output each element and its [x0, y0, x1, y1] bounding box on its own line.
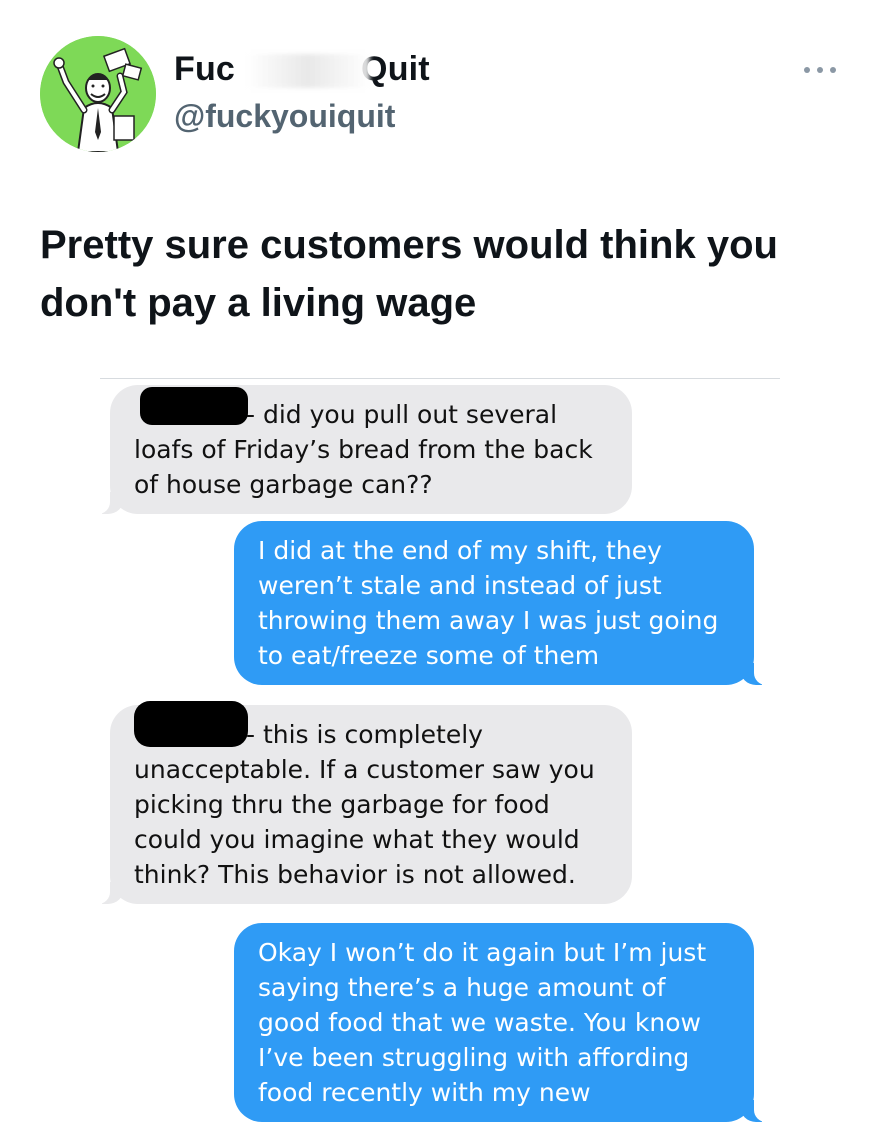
- message-text: Okay I won’t do it again but I’m just sa…: [258, 938, 707, 1107]
- message-screenshot: - did you pull out several loafs of Frid…: [98, 378, 780, 1122]
- dot: [804, 67, 810, 73]
- cartoon-man-avatar-icon: [40, 36, 156, 152]
- profile-avatar[interactable]: [40, 36, 156, 152]
- tweet-header: Fuc Quit @fuckyouiquit: [0, 0, 880, 170]
- more-options-icon[interactable]: [804, 60, 836, 80]
- outgoing-message-bubble: Okay I won’t do it again but I’m just sa…: [234, 923, 766, 1122]
- display-name-start: Fuc: [174, 50, 236, 88]
- outgoing-message-bubble: I did at the end of my shift, they weren…: [234, 521, 766, 685]
- message-text: I did at the end of my shift, they weren…: [258, 536, 719, 670]
- dot: [830, 67, 836, 73]
- incoming-message-bubble: - did you pull out several loafs of Frid…: [98, 385, 632, 514]
- incoming-message-bubble: - this is completely unacceptable. If a …: [98, 701, 632, 904]
- user-handle[interactable]: @fuckyouiquit: [174, 98, 395, 135]
- blurred-name-redaction: [246, 54, 370, 88]
- display-name-end: Quit: [361, 50, 430, 88]
- dot: [817, 67, 823, 73]
- tweet-text: Pretty sure customers would think you do…: [40, 223, 778, 325]
- redaction-block: [134, 701, 248, 747]
- redaction-block: [140, 387, 248, 425]
